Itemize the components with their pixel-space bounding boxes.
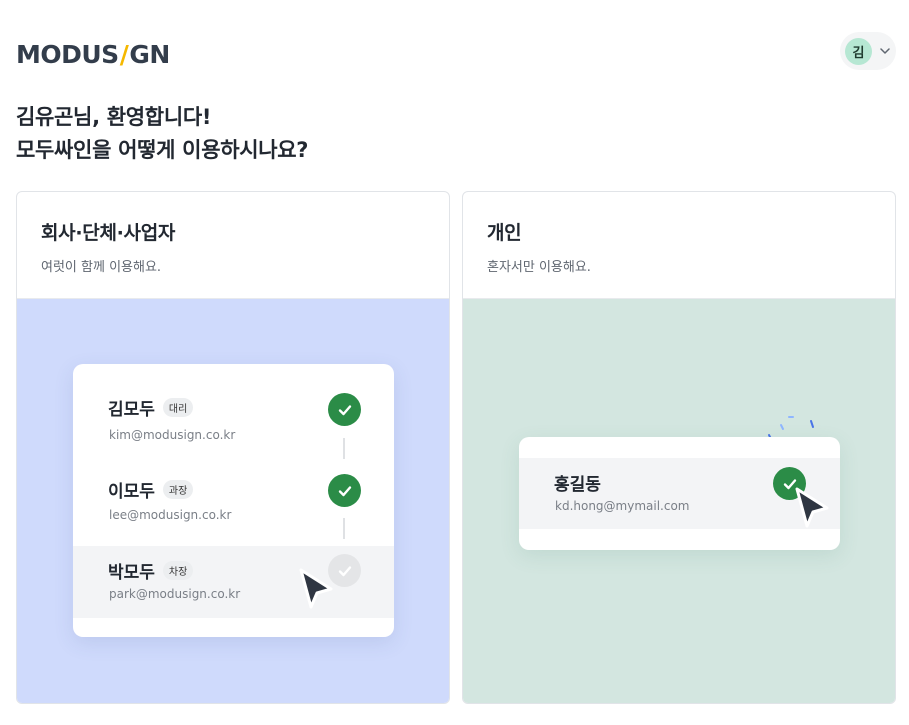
signer-item: 이모두 과장 lee@modusign.co.kr xyxy=(73,467,394,539)
signer-email: lee@modusign.co.kr xyxy=(109,508,232,522)
signer-item: 김모두 대리 kim@modusign.co.kr xyxy=(73,387,394,459)
signer-name-row: 이모두 과장 xyxy=(108,477,194,502)
company-plan-card[interactable]: 회사·단체·사업자 여럿이 함께 이용해요. 김모두 대리 kim@modusi… xyxy=(16,191,450,704)
greeting-welcome: 김유곤님, 환영합니다! xyxy=(16,105,212,129)
company-card-title: 회사·단체·사업자 xyxy=(41,222,176,244)
page: MODUS / GN 김 김유곤님, 환영합니다! 모두싸인을 어떻게 이용하시나요… xyxy=(0,0,909,725)
user-menu-button[interactable]: 김 xyxy=(840,32,896,70)
personal-card-description: 혼자서만 이용해요. xyxy=(487,260,591,275)
mouse-pointer-icon xyxy=(795,487,829,528)
signer-item: 홍길동 kd.hong@mymail.com xyxy=(519,458,840,529)
company-illustration: 김모두 대리 kim@modusign.co.kr 이모두 과장 lee@mod… xyxy=(17,299,449,703)
signer-item: 박모두 차장 park@modusign.co.kr xyxy=(73,546,394,618)
signer-name-row: 홍길동 xyxy=(554,470,601,495)
check-circle-icon xyxy=(328,393,361,426)
logo-slash: / xyxy=(119,39,129,69)
signer-email: kim@modusign.co.kr xyxy=(109,428,236,442)
signer-name: 김모두 xyxy=(108,400,155,420)
personal-signer-panel: 홍길동 kd.hong@mymail.com xyxy=(519,437,840,550)
personal-card-title: 개인 xyxy=(487,222,522,244)
signer-email: park@modusign.co.kr xyxy=(109,587,241,601)
modusign-logo[interactable]: MODUS / GN xyxy=(16,38,170,70)
signer-name-row: 김모두 대리 xyxy=(108,395,194,420)
signer-list-panel: 김모두 대리 kim@modusign.co.kr 이모두 과장 lee@mod… xyxy=(73,364,394,637)
check-circle-icon xyxy=(328,474,361,507)
mouse-pointer-icon xyxy=(299,568,333,609)
signer-name: 홍길동 xyxy=(554,475,601,495)
progress-connector xyxy=(343,438,345,459)
personal-plan-card[interactable]: 개인 혼자서만 이용해요. 홍길동 kd.hong@mymail.com xyxy=(462,191,896,704)
greeting: 김유곤님, 환영합니다! 모두싸인을 어떻게 이용하시나요? xyxy=(16,101,308,167)
progress-connector xyxy=(343,518,345,539)
logo-text-modus: MODUS xyxy=(16,39,119,69)
signer-role-badge: 대리 xyxy=(162,398,194,417)
greeting-question: 모두싸인을 어떻게 이용하시나요? xyxy=(16,138,309,162)
company-card-header: 회사·단체·사업자 여럿이 함께 이용해요. xyxy=(17,192,449,299)
chevron-down-icon xyxy=(880,48,890,54)
logo-text-gn: GN xyxy=(129,39,170,69)
company-card-description: 여럿이 함께 이용해요. xyxy=(41,260,162,275)
personal-card-header: 개인 혼자서만 이용해요. xyxy=(463,192,895,299)
signer-name-row: 박모두 차장 xyxy=(108,558,194,583)
signer-email: kd.hong@mymail.com xyxy=(555,499,690,513)
avatar: 김 xyxy=(845,37,872,65)
signer-name: 이모두 xyxy=(108,482,155,502)
signer-name: 박모두 xyxy=(108,563,155,583)
signer-role-badge: 과장 xyxy=(162,480,194,499)
signer-role-badge: 차장 xyxy=(162,561,194,580)
personal-illustration: 홍길동 kd.hong@mymail.com xyxy=(463,299,895,703)
